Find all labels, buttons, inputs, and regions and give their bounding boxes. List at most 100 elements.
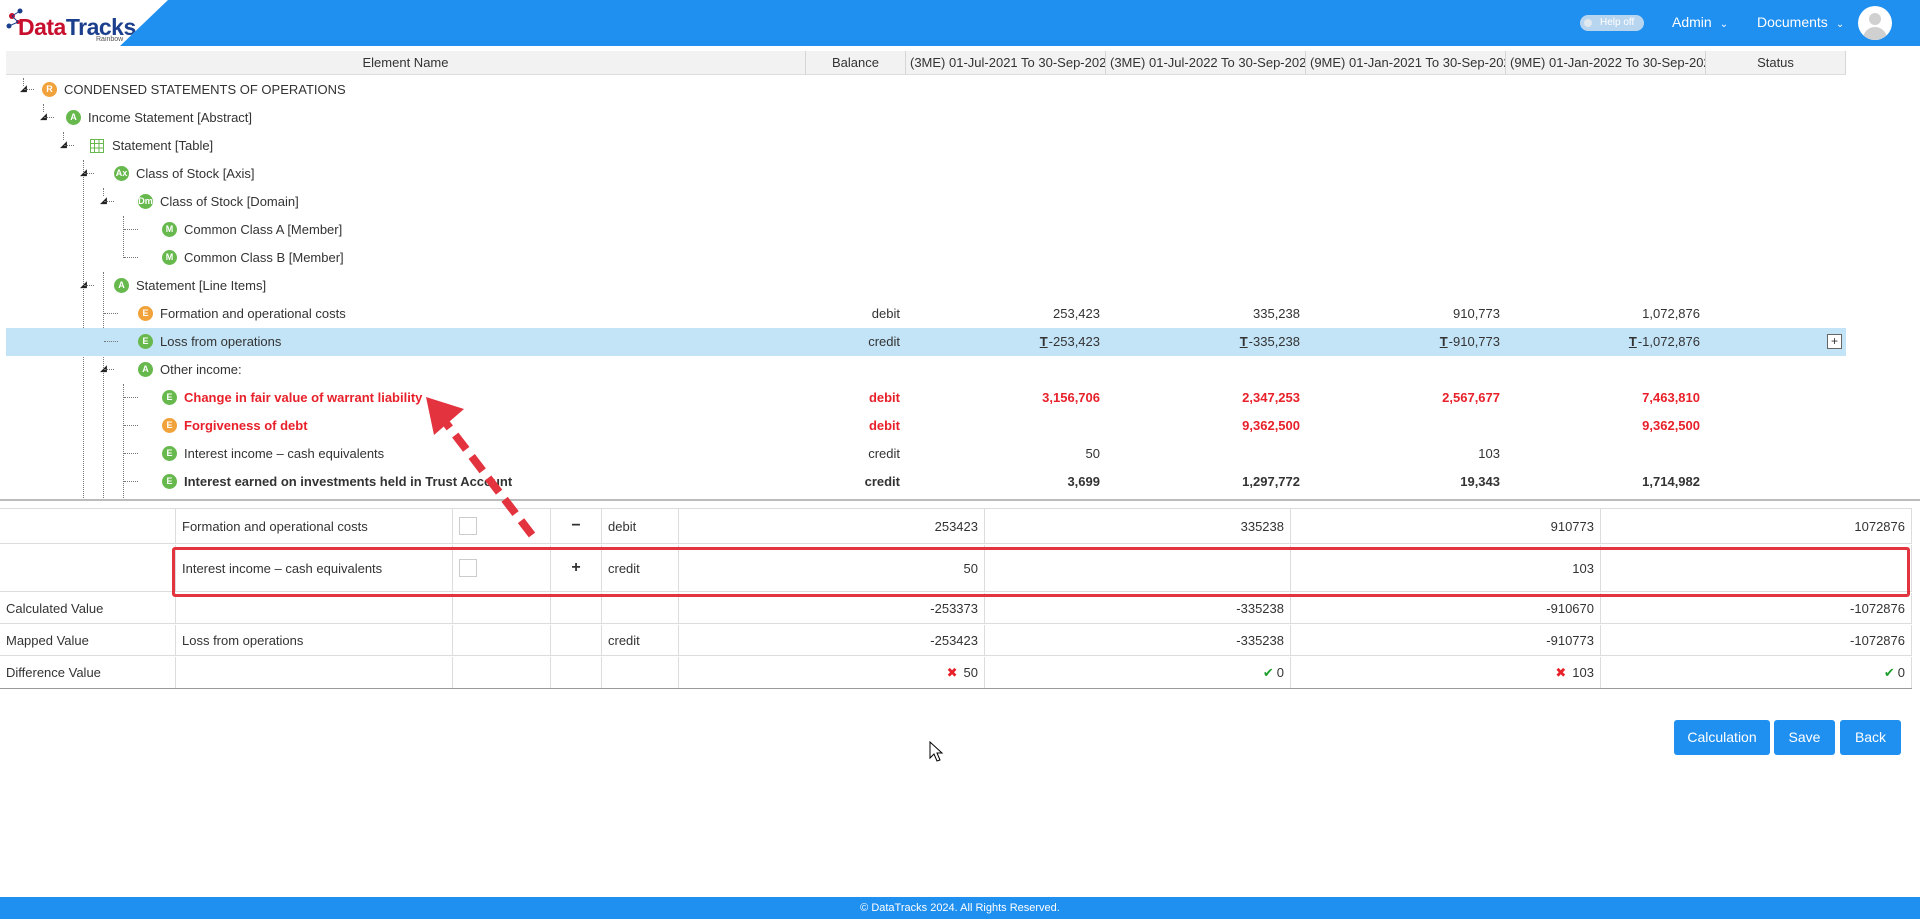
row-label: Mapped Value — [0, 625, 176, 655]
badge-icon: Ax — [114, 166, 129, 181]
value-cell[interactable]: 103 — [1478, 446, 1500, 461]
col-period-1[interactable]: (3ME) 01-Jul-2021 To 30-Sep-2021 — [906, 51, 1106, 75]
element-label: Statement [Line Items] — [136, 278, 267, 293]
user-avatar[interactable] — [1858, 6, 1892, 40]
highlight-annotation-box — [172, 547, 1910, 597]
operator-minus-icon[interactable]: − — [551, 509, 602, 543]
tree-row[interactable]: ◢ R CONDENSED STATEMENTS OF OPERATIONS — [6, 76, 1846, 104]
badge-icon: E — [162, 446, 177, 461]
back-button[interactable]: Back — [1840, 720, 1901, 755]
expand-plus-icon[interactable]: + — [1827, 334, 1842, 349]
element-label: Class of Stock [Domain] — [160, 194, 299, 209]
value-cell[interactable]: T-1,072,876 — [1629, 334, 1700, 349]
balance-cell: credit — [602, 625, 679, 655]
top-bar: DataTracks Rainbow Help off Admin ⌄ Docum… — [0, 0, 1920, 46]
total-icon: T — [1239, 334, 1248, 349]
value-cell[interactable]: T-910,773 — [1440, 334, 1500, 349]
value-cell[interactable]: 910,773 — [1453, 306, 1500, 321]
element-label: Other income: — [160, 362, 242, 377]
difference-value: 0 — [1276, 665, 1284, 680]
logo[interactable]: DataTracks Rainbow — [0, 0, 168, 46]
value-cell: -1072876 — [1601, 593, 1912, 623]
badge-icon: A — [138, 362, 153, 377]
col-period-2[interactable]: (3ME) 01-Jul-2022 To 30-Sep-2022 — [1106, 51, 1306, 75]
total-icon: T — [1628, 334, 1637, 349]
value-cell: -910773 — [1291, 625, 1601, 655]
value-cell: -253373 — [679, 593, 985, 623]
element-label: Common Class B [Member] — [184, 250, 344, 265]
value-cell: -1072876 — [1601, 625, 1912, 655]
difference-value: 50 — [963, 665, 978, 680]
value-cell[interactable]: 7,463,810 — [1642, 390, 1700, 405]
value-cell[interactable]: 2,567,677 — [1442, 390, 1500, 405]
col-period-3[interactable]: (9ME) 01-Jan-2021 To 30-Sep-2021 — [1306, 51, 1506, 75]
grid-header: Element Name Balance (3ME) 01-Jul-2021 T… — [6, 51, 1846, 75]
admin-menu[interactable]: Admin ⌄ — [1672, 14, 1728, 30]
panel-divider[interactable] — [0, 499, 1920, 501]
total-icon: T — [1439, 334, 1448, 349]
value-cell[interactable]: 253,423 — [1053, 306, 1100, 321]
value-cell[interactable]: T-335,238 — [1240, 334, 1300, 349]
value-cell[interactable]: T-253,423 — [1040, 334, 1100, 349]
documents-menu[interactable]: Documents ⌄ — [1757, 14, 1844, 30]
value-text: -253,423 — [1048, 334, 1100, 349]
tree-row-selected[interactable]: E Loss from operations credit T-253,423 … — [6, 328, 1846, 356]
tree-row[interactable]: ◢ A Other income: — [6, 356, 1846, 384]
help-toggle[interactable]: Help off — [1580, 15, 1644, 31]
value-text: -335,238 — [1248, 334, 1300, 349]
row-label — [0, 545, 176, 591]
tree-row[interactable]: M Common Class A [Member] — [6, 216, 1846, 244]
value-cell[interactable]: 3,699 — [1067, 474, 1100, 489]
balance-cell — [602, 593, 679, 623]
value-cell: 253423 — [679, 509, 985, 543]
check-icon: ✔ — [1262, 664, 1274, 680]
value-cell[interactable]: 9,362,500 — [1642, 418, 1700, 433]
badge-icon: E — [162, 474, 177, 489]
col-status[interactable]: Status — [1706, 51, 1846, 75]
difference-value: 103 — [1572, 665, 1594, 680]
save-button[interactable]: Save — [1774, 720, 1835, 755]
annotation-arrow — [426, 397, 536, 538]
tree-row[interactable]: ◢ A Statement [Line Items] — [6, 272, 1846, 300]
value-cell[interactable]: 335,238 — [1253, 306, 1300, 321]
tree-row[interactable]: E Interest income – cash equivalents cre… — [6, 440, 1846, 468]
value-cell[interactable]: 50 — [1086, 446, 1100, 461]
tree-row[interactable]: E Change in fair value of warrant liabil… — [6, 384, 1846, 412]
mouse-cursor-icon — [929, 741, 944, 762]
weight-cell — [453, 625, 551, 655]
value-cell: -910670 — [1291, 593, 1601, 623]
value-cell[interactable]: 2,347,253 — [1242, 390, 1300, 405]
calc-row-calculated: Calculated Value -253373 -335238 -910670… — [0, 593, 1912, 624]
value-cell: ✖ 50 — [679, 657, 985, 688]
value-cell[interactable]: 19,343 — [1460, 474, 1500, 489]
tree-row[interactable]: ◢ Dm Class of Stock [Domain] — [6, 188, 1846, 216]
tree-row[interactable]: ◢ A Income Statement [Abstract] — [6, 104, 1846, 132]
value-cell[interactable]: 9,362,500 — [1242, 418, 1300, 433]
balance-cell: credit — [868, 334, 900, 349]
tree-branch — [104, 201, 114, 202]
tree-branch — [84, 285, 94, 286]
tree-row[interactable]: ◢ Statement [Table] — [6, 132, 1846, 160]
tree-row[interactable]: E Forgiveness of debt debit 9,362,500 9,… — [6, 412, 1846, 440]
col-balance[interactable]: Balance — [806, 51, 906, 75]
value-cell[interactable]: 1,297,772 — [1242, 474, 1300, 489]
tree-row[interactable]: E Formation and operational costs debit … — [6, 300, 1846, 328]
avatar-head — [1869, 13, 1881, 25]
tree-branch — [104, 313, 118, 314]
value-cell[interactable]: 1,714,982 — [1642, 474, 1700, 489]
balance-cell: debit — [871, 306, 900, 321]
tree-branch — [124, 425, 138, 426]
tree-row[interactable]: ◢ Ax Class of Stock [Axis] — [6, 160, 1846, 188]
badge-icon: M — [162, 222, 177, 237]
value-cell[interactable]: 1,072,876 — [1642, 306, 1700, 321]
avatar-body — [1863, 27, 1887, 40]
chevron-down-icon: ⌄ — [1719, 19, 1729, 30]
tree-row[interactable]: M Common Class B [Member] — [6, 244, 1846, 272]
tree-row[interactable]: E Interest earned on investments held in… — [6, 468, 1846, 496]
value-cell[interactable]: 3,156,706 — [1042, 390, 1100, 405]
calculation-button[interactable]: Calculation — [1674, 720, 1770, 755]
element-name — [176, 593, 453, 623]
col-element-name[interactable]: Element Name — [6, 51, 806, 75]
weight-cell — [453, 657, 551, 688]
col-period-4[interactable]: (9ME) 01-Jan-2022 To 30-Sep-2022 — [1506, 51, 1706, 75]
